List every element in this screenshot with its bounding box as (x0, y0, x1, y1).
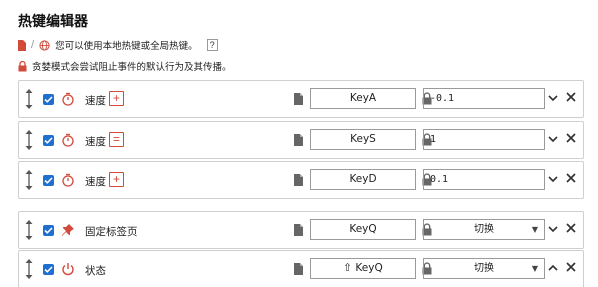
hotkey-row: 固定标签页 KeyQ 切换 ▼ (18, 211, 584, 249)
enable-checkbox[interactable] (43, 135, 54, 146)
mode-select-value: 切换 (474, 224, 494, 235)
mode-select[interactable]: 切换 ▼ (423, 258, 545, 279)
hotkey-input[interactable]: KeyS (310, 129, 416, 150)
hotkey-row: 速度 = KeyS 1 (18, 121, 584, 159)
plus-icon[interactable]: + (109, 172, 124, 187)
timer-icon (61, 173, 75, 187)
action-label: 速度 (85, 136, 106, 148)
drag-handle-icon[interactable] (24, 88, 34, 110)
lock-icon (18, 60, 27, 71)
globe-icon (39, 39, 50, 51)
chevron-down-icon[interactable] (547, 223, 559, 235)
hotkey-input[interactable]: ⇧ KeyQ (310, 258, 416, 279)
power-icon (61, 262, 75, 276)
equals-icon[interactable]: = (109, 132, 124, 147)
enable-checkbox[interactable] (43, 94, 54, 105)
mode-select-value: 切换 (474, 263, 494, 274)
file-icon (18, 39, 26, 51)
action-label: 速度 (85, 176, 106, 188)
hotkey-row: 速度 + KeyD 0.1 (18, 161, 584, 199)
chevron-down-icon: ▼ (531, 225, 538, 234)
value-input[interactable]: 1 (423, 129, 545, 150)
file-icon[interactable] (294, 93, 303, 105)
close-icon[interactable] (565, 91, 577, 103)
chevron-down-icon: ▼ (531, 264, 538, 273)
close-icon[interactable] (565, 261, 577, 273)
chevron-down-icon[interactable] (547, 133, 559, 145)
file-icon[interactable] (294, 224, 303, 236)
value-input[interactable]: -0.1 (423, 88, 545, 109)
close-icon[interactable] (565, 172, 577, 184)
drag-handle-icon[interactable] (24, 258, 34, 280)
file-icon[interactable] (294, 174, 303, 186)
mode-select[interactable]: 切换 ▼ (423, 219, 545, 240)
action-label: 速度 (85, 95, 106, 107)
timer-icon (61, 133, 75, 147)
chevron-down-icon[interactable] (547, 92, 559, 104)
close-icon[interactable] (565, 132, 577, 144)
close-icon[interactable] (565, 222, 577, 234)
info-greedy-mode: 贪婪模式会尝试阻止事件的默认行为及其传播。 (18, 59, 232, 73)
timer-icon (61, 92, 75, 106)
chevron-down-icon[interactable] (547, 173, 559, 185)
drag-handle-icon[interactable] (24, 219, 34, 241)
chevron-up-icon[interactable] (547, 262, 559, 274)
hotkey-input[interactable]: KeyA (310, 88, 416, 109)
file-icon[interactable] (294, 263, 303, 275)
info-local-global: / 您可以使用本地热键或全局热键。 ? (18, 38, 218, 52)
action-label: 状态 (85, 265, 106, 277)
page-title: 热键编辑器 (18, 13, 88, 29)
hotkey-input[interactable]: KeyD (310, 169, 416, 190)
drag-handle-icon[interactable] (24, 129, 34, 151)
drag-handle-icon[interactable] (24, 169, 34, 191)
pin-icon (61, 223, 75, 237)
hotkey-row: 状态 ⇧ KeyQ 切换 ▼ (18, 250, 584, 287)
separator-slash: / (31, 39, 35, 51)
file-icon[interactable] (294, 134, 303, 146)
hotkey-input[interactable]: KeyQ (310, 219, 416, 240)
info-greedy-text: 贪婪模式会尝试阻止事件的默认行为及其传播。 (32, 62, 232, 73)
enable-checkbox[interactable] (43, 225, 54, 236)
help-button[interactable]: ? (206, 39, 218, 51)
hotkey-row: 速度 + KeyA -0.1 (18, 80, 584, 118)
enable-checkbox[interactable] (43, 175, 54, 186)
value-input[interactable]: 0.1 (423, 169, 545, 190)
plus-icon[interactable]: + (109, 91, 124, 106)
enable-checkbox[interactable] (43, 264, 54, 275)
info-local-global-text: 您可以使用本地热键或全局热键。 (55, 41, 198, 52)
action-label: 固定标签页 (85, 226, 138, 238)
